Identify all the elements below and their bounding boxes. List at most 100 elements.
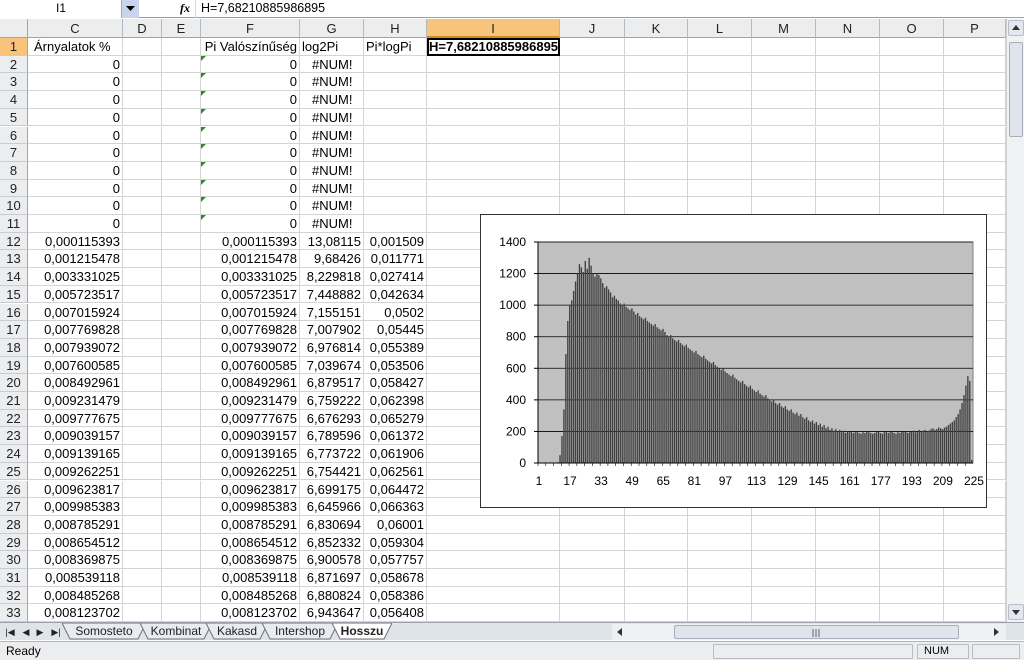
vertical-scroll-thumb[interactable] (1009, 42, 1023, 137)
row-header-9[interactable]: 9 (0, 179, 28, 198)
cell-k31[interactable] (625, 569, 688, 587)
cell-j32[interactable] (560, 586, 625, 605)
cell-e22[interactable] (162, 409, 201, 428)
cell-c22[interactable]: 0,009777675 (28, 409, 123, 428)
cell-g32[interactable]: 6,880824 (300, 586, 364, 605)
column-header-g[interactable]: G (300, 19, 364, 38)
cell-e14[interactable] (162, 268, 201, 286)
cell-f5[interactable]: 0 (201, 108, 300, 127)
cell-k2[interactable] (625, 55, 688, 74)
cell-l5[interactable] (688, 108, 752, 127)
cell-d6[interactable] (123, 126, 162, 145)
cell-c12[interactable]: 0,000115393 (28, 232, 123, 251)
row-header-20[interactable]: 20 (0, 374, 28, 392)
row-header-15[interactable]: 15 (0, 285, 28, 304)
cell-m9[interactable] (752, 179, 816, 198)
insert-function-button[interactable]: fx (140, 0, 196, 18)
cell-d28[interactable] (123, 515, 162, 534)
cell-g30[interactable]: 6,900578 (300, 551, 364, 569)
cell-c24[interactable]: 0,009139165 (28, 445, 123, 463)
first-sheet-button[interactable]: |◀ (4, 625, 16, 639)
cell-f2[interactable]: 0 (201, 55, 300, 74)
cell-f24[interactable]: 0,009139165 (201, 445, 300, 463)
row-header-29[interactable]: 29 (0, 533, 28, 552)
cell-f22[interactable]: 0,009777675 (201, 409, 300, 428)
cell-e8[interactable] (162, 161, 201, 180)
cell-h4[interactable] (364, 91, 427, 109)
row-header-4[interactable]: 4 (0, 91, 28, 109)
cell-p29[interactable] (944, 533, 1006, 552)
cell-d7[interactable] (123, 144, 162, 162)
cell-d33[interactable] (123, 604, 162, 622)
cell-m28[interactable] (752, 515, 816, 534)
cell-f26[interactable]: 0,009623817 (201, 480, 300, 499)
sheet-tab-somosteto[interactable]: Somosteto (62, 623, 146, 640)
cell-d4[interactable] (123, 91, 162, 109)
cell-d26[interactable] (123, 480, 162, 499)
cell-l6[interactable] (688, 126, 752, 145)
cell-i4[interactable] (427, 91, 560, 109)
cell-d16[interactable] (123, 303, 162, 322)
cell-o3[interactable] (880, 73, 944, 92)
cell-n5[interactable] (816, 108, 880, 127)
cell-f12[interactable]: 0,000115393 (201, 232, 300, 251)
cell-f4[interactable]: 0 (201, 91, 300, 109)
cell-g28[interactable]: 6,830694 (300, 515, 364, 534)
cell-e21[interactable] (162, 392, 201, 410)
cell-f17[interactable]: 0,007769828 (201, 321, 300, 339)
cell-e30[interactable] (162, 551, 201, 569)
next-sheet-button[interactable]: ▶ (34, 625, 46, 639)
scroll-right-button[interactable] (990, 626, 1002, 638)
cell-o32[interactable] (880, 586, 944, 605)
cell-g24[interactable]: 6,773722 (300, 445, 364, 463)
cell-f31[interactable]: 0,008539118 (201, 569, 300, 587)
row-header-3[interactable]: 3 (0, 73, 28, 92)
cell-f11[interactable]: 0 (201, 215, 300, 233)
cell-c6[interactable]: 0 (28, 126, 123, 145)
cell-f13[interactable]: 0,001215478 (201, 250, 300, 269)
cell-c14[interactable]: 0,003331025 (28, 268, 123, 286)
cell-g5[interactable]: #NUM! (300, 108, 364, 127)
cell-c3[interactable]: 0 (28, 73, 123, 92)
cell-e23[interactable] (162, 427, 201, 446)
cell-e32[interactable] (162, 586, 201, 605)
row-header-31[interactable]: 31 (0, 569, 28, 587)
cell-h28[interactable]: 0,06001 (364, 515, 427, 534)
row-header-33[interactable]: 33 (0, 604, 28, 622)
cell-f18[interactable]: 0,007939072 (201, 338, 300, 357)
cell-f27[interactable]: 0,009985383 (201, 498, 300, 516)
cell-e25[interactable] (162, 462, 201, 481)
cell-g4[interactable]: #NUM! (300, 91, 364, 109)
row-header-21[interactable]: 21 (0, 392, 28, 410)
cell-c7[interactable]: 0 (28, 144, 123, 162)
cell-o7[interactable] (880, 144, 944, 162)
cell-p1[interactable] (944, 38, 1006, 56)
cell-m6[interactable] (752, 126, 816, 145)
cell-h3[interactable] (364, 73, 427, 92)
cell-n2[interactable] (816, 55, 880, 74)
cell-h16[interactable]: 0,0502 (364, 303, 427, 322)
cell-h24[interactable]: 0,061906 (364, 445, 427, 463)
cell-g8[interactable]: #NUM! (300, 161, 364, 180)
cell-j8[interactable] (560, 161, 625, 180)
cell-m4[interactable] (752, 91, 816, 109)
cell-c19[interactable]: 0,007600585 (28, 356, 123, 375)
cell-o28[interactable] (880, 515, 944, 534)
cell-g31[interactable]: 6,871697 (300, 569, 364, 587)
cell-o31[interactable] (880, 569, 944, 587)
cell-c28[interactable]: 0,008785291 (28, 515, 123, 534)
cell-g6[interactable]: #NUM! (300, 126, 364, 145)
cell-p5[interactable] (944, 108, 1006, 127)
cell-g33[interactable]: 6,943647 (300, 604, 364, 622)
cell-d19[interactable] (123, 356, 162, 375)
column-header-e[interactable]: E (162, 19, 201, 38)
cell-c21[interactable]: 0,009231479 (28, 392, 123, 410)
sheet-tab-intershop[interactable]: Intershop (262, 623, 338, 640)
cell-p33[interactable] (944, 604, 1006, 622)
cell-e17[interactable] (162, 321, 201, 339)
cell-i29[interactable] (427, 533, 560, 552)
cell-o2[interactable] (880, 55, 944, 74)
cell-c23[interactable]: 0,009039157 (28, 427, 123, 446)
row-header-11[interactable]: 11 (0, 215, 28, 233)
cell-n1[interactable] (816, 38, 880, 56)
